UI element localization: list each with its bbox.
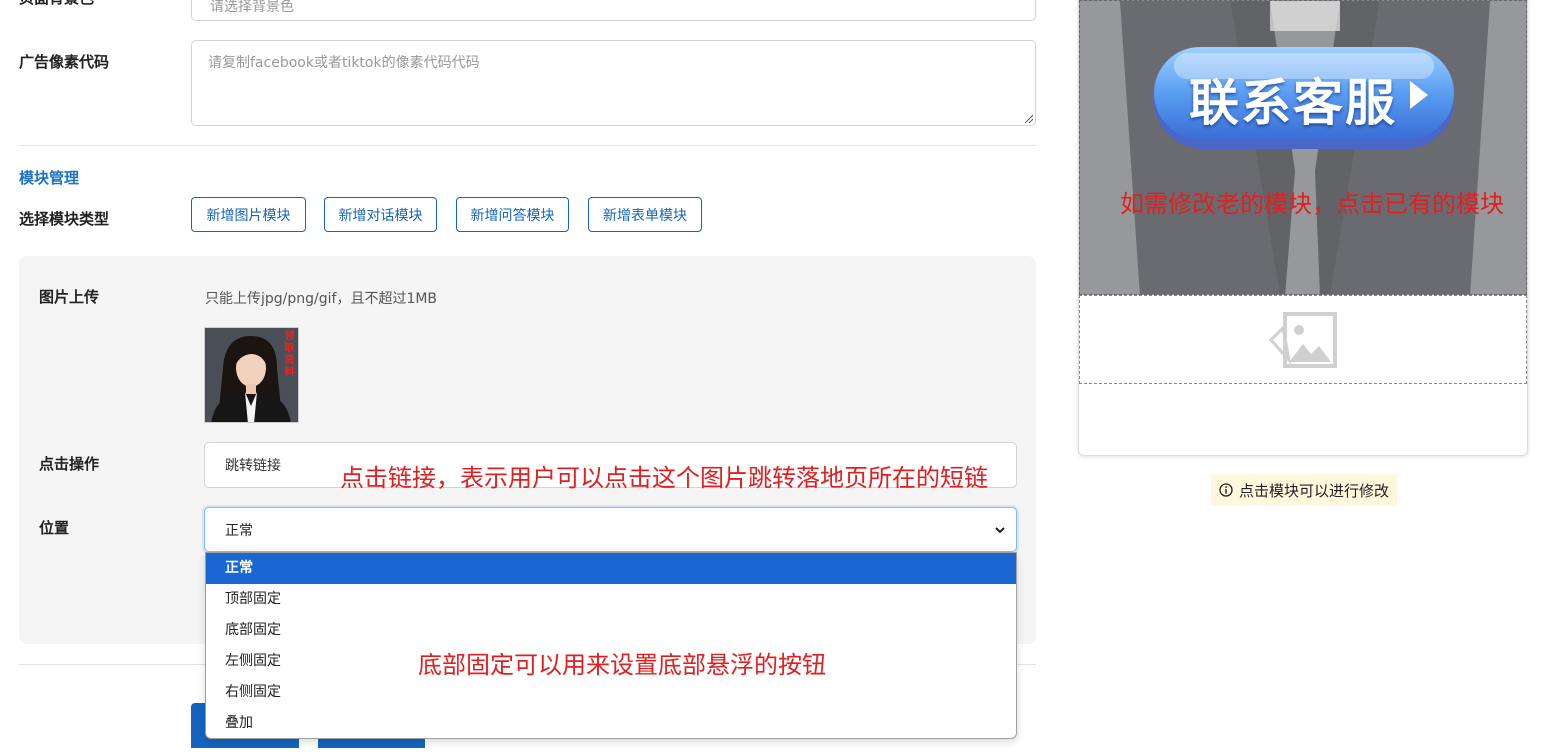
pixel-code-label: 广告像素代码 <box>19 53 110 71</box>
info-icon <box>1219 483 1233 497</box>
page: 页面背景色 请选择背景色 广告像素代码 请复制facebook或者tiktok的… <box>0 0 1557 752</box>
modify-module-annotation: 如需修改老的模块，点击已有的模块 <box>1120 190 1504 218</box>
add-form-module-button[interactable]: 新增表单模块 <box>588 197 702 232</box>
divider <box>19 145 1036 146</box>
bg-color-placeholder: 请选择背景色 <box>210 0 294 15</box>
bg-color-input[interactable]: 请选择背景色 <box>191 0 1036 21</box>
add-qa-module-button[interactable]: 新增问答模块 <box>456 197 569 232</box>
modify-tip-text: 点击模块可以进行修改 <box>1239 481 1390 500</box>
position-option-bottom-fixed[interactable]: 底部固定 <box>206 615 1016 646</box>
preview-image-module[interactable]: 联系客服 <box>1079 0 1527 295</box>
add-dialog-module-button[interactable]: 新增对话模块 <box>324 197 437 232</box>
chevron-down-icon <box>995 527 1005 534</box>
position-select[interactable]: 正常 <box>204 507 1017 552</box>
preview-image-placeholder[interactable] <box>1079 295 1527 384</box>
pixel-code-placeholder: 请复制facebook或者tiktok的像素代码代码 <box>208 55 480 71</box>
position-option-top-fixed[interactable]: 顶部固定 <box>206 584 1016 615</box>
upload-hint: 只能上传jpg/png/gif，且不超过1MB <box>205 291 438 307</box>
position-option-overlay[interactable]: 叠加 <box>206 708 1016 738</box>
module-type-label: 选择模块类型 <box>19 210 110 228</box>
module-section-title: 模块管理 <box>19 169 80 187</box>
uploaded-image-thumbnail[interactable]: 领取资料 <box>204 327 299 423</box>
image-placeholder-icon <box>1268 311 1337 368</box>
click-action-value: 跳转链接 <box>225 458 281 474</box>
bg-color-label: 页面背景色 <box>19 0 94 8</box>
bottom-fixed-annotation: 底部固定可以用来设置底部悬浮的按钮 <box>418 651 826 679</box>
cta-text: 联系客服 <box>1189 74 1397 132</box>
click-link-annotation: 点击链接，表示用户可以点击这个图片跳转落地页所在的短链 <box>340 464 988 492</box>
image-upload-label: 图片上传 <box>39 288 100 306</box>
position-option-normal[interactable]: 正常 <box>206 553 1016 584</box>
thumbnail-caption: 领取资料 <box>284 331 295 378</box>
position-label: 位置 <box>39 519 70 537</box>
position-select-value: 正常 <box>225 522 253 539</box>
resize-handle-icon[interactable] <box>1023 113 1033 123</box>
click-action-label: 点击操作 <box>39 455 100 473</box>
pixel-code-textarea[interactable]: 请复制facebook或者tiktok的像素代码代码 <box>191 40 1036 126</box>
add-image-module-button[interactable]: 新增图片模块 <box>191 197 306 232</box>
position-option-right-fixed[interactable]: 右侧固定 <box>206 677 1016 708</box>
contact-service-button-image: 联系客服 <box>1152 45 1456 153</box>
modify-tip: 点击模块可以进行修改 <box>1211 474 1398 506</box>
